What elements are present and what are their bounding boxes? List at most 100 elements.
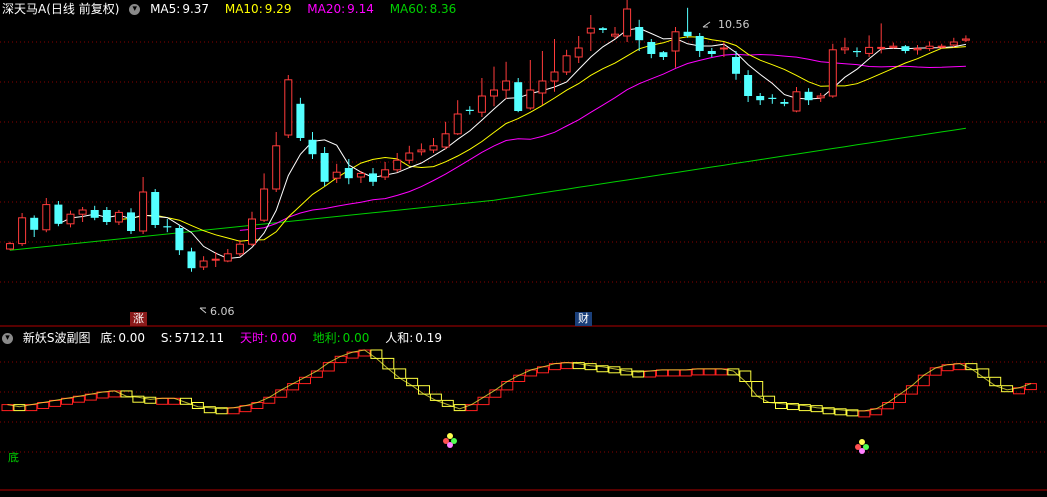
ma20-label: MA20: 9.14 [307, 2, 374, 16]
wave-box [882, 402, 895, 410]
candle-up [248, 218, 256, 245]
candle-down [732, 57, 740, 74]
candle-up [405, 152, 414, 161]
candle-up [235, 243, 244, 255]
candle-down [102, 210, 111, 222]
wave-box [227, 407, 240, 415]
candle-up [961, 38, 970, 41]
ma60-line [9, 127, 966, 251]
sub-settings-dropdown-icon[interactable]: ▾ [2, 333, 13, 344]
wave-box [287, 383, 300, 391]
indicator-name: 新妖S波副图 [22, 331, 91, 345]
candle-up [949, 41, 958, 46]
candle-up [550, 71, 559, 82]
wave-box [489, 389, 502, 398]
candle-up [840, 47, 849, 51]
wave-box [917, 374, 930, 387]
wave-box [477, 396, 490, 406]
candle-up [139, 191, 148, 232]
candle-up [332, 171, 341, 179]
low-price-label: 6.06 [210, 305, 235, 318]
candle-up [925, 45, 934, 50]
wave-box [679, 369, 692, 377]
candle-up [356, 172, 365, 178]
wave-box [667, 369, 680, 377]
candle-up [937, 45, 946, 48]
bottom-signal-dots [859, 448, 865, 454]
wave-box [656, 369, 668, 377]
candle-up [828, 49, 837, 97]
zhang-marker[interactable]: 涨 [130, 312, 147, 326]
candle-down [54, 204, 63, 224]
main-chart-header: 深天马A(日线 前复权) ▾ MA5: 9.37 MA10: 9.29 MA20: 9… [2, 0, 468, 18]
wave-box [703, 368, 716, 376]
bottom-signal-dots [447, 433, 453, 439]
wave-box [751, 381, 764, 397]
wave-box [263, 396, 276, 404]
candle-up [719, 47, 728, 50]
high-marker [702, 21, 711, 28]
candle-up [114, 211, 123, 223]
wave-box [620, 368, 633, 376]
candle-down [780, 102, 789, 104]
candle-up [18, 217, 27, 245]
candle-up [502, 80, 511, 91]
candle-up [453, 113, 462, 135]
candle-up [816, 95, 825, 99]
wave-box [989, 376, 1002, 387]
wave-box [275, 389, 288, 398]
dili-value: 地利: 0.00 [312, 331, 370, 345]
renhe-value: 人和: 0.19 [385, 331, 442, 345]
wave-box [929, 367, 942, 376]
candle-up [272, 145, 281, 190]
low-marker [199, 307, 207, 314]
candle-up [611, 33, 619, 37]
candle-up [284, 79, 293, 136]
settings-dropdown-icon[interactable]: ▾ [129, 4, 141, 15]
candle-down [320, 153, 329, 182]
candle-down [30, 217, 39, 230]
wave-box [394, 368, 407, 379]
candle-up [199, 260, 208, 268]
candle-down [598, 28, 607, 30]
di-bottom-label: 底 [8, 451, 19, 464]
wave-box [418, 385, 430, 395]
candle-up [223, 253, 232, 262]
candle-down [296, 103, 305, 138]
candle-down [804, 91, 813, 101]
candle-up [211, 258, 220, 261]
candle-up [490, 89, 498, 97]
wave-box [894, 393, 906, 404]
candle-down [695, 36, 704, 51]
candle-up [913, 48, 922, 51]
wave-box [858, 410, 871, 418]
candle-down [127, 212, 135, 231]
wave-line [7, 349, 1032, 412]
wave-box [156, 397, 169, 405]
candle-up [66, 213, 75, 225]
ma60-label: MA60: 8.36 [389, 2, 457, 16]
candle-down [635, 27, 644, 41]
candle-up [877, 46, 886, 49]
ma5-label: MA5: 9.37 [150, 2, 210, 16]
candle-down [465, 109, 474, 111]
tianshi-value: 天时: 0.00 [240, 331, 297, 345]
candle-down [756, 96, 765, 101]
candle-up [671, 31, 680, 52]
wave-box [310, 370, 323, 378]
wave-box [560, 362, 573, 370]
candle-up [623, 8, 632, 37]
candle-up [6, 243, 14, 250]
candle-up [381, 169, 390, 178]
cai-marker[interactable]: 财 [575, 312, 592, 326]
wave-box [644, 370, 657, 378]
candle-down [707, 51, 716, 54]
bottom-signal-dots [859, 439, 865, 445]
candle-up [429, 145, 438, 151]
candle-up [526, 89, 535, 109]
candle-down [901, 46, 910, 51]
candle-up [562, 55, 571, 73]
candle-down [175, 228, 184, 251]
wave-box [429, 393, 442, 401]
wave-box [691, 368, 704, 376]
